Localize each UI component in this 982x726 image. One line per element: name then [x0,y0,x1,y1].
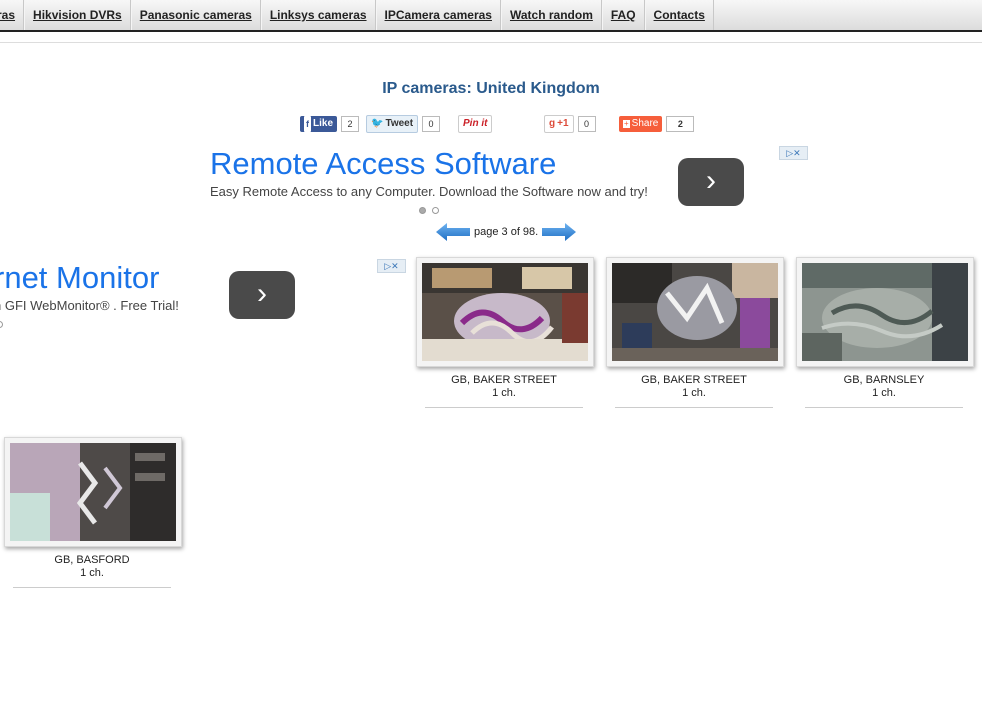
nav-item-faq[interactable]: FAQ [601,0,645,30]
camera-divider [425,407,583,408]
camera-card[interactable]: GB, BAKER STREET 1 ch. [416,257,594,408]
side-ad-title[interactable]: rnet Monitor [0,260,179,296]
tweet-label: Tweet [385,118,414,129]
ad-web-monitor[interactable]: rnet Monitor n GFI WebMonitor® . Free Tr… [0,260,179,313]
camera-channels: 1 ch. [682,387,706,399]
camera-thumbnail[interactable] [606,257,784,367]
ad-carousel-dots [419,207,439,214]
google-plus-button[interactable]: g +1 [544,115,574,133]
facebook-like-count: 2 [341,116,360,132]
camera-divider [805,407,963,408]
twitter-tweet: 🐦 Tweet 0 [366,115,441,133]
divider [0,42,982,43]
tweet-button[interactable]: 🐦 Tweet [366,115,419,133]
side-ad-carousel-dots [0,321,3,328]
camera-thumbnail[interactable] [416,257,594,367]
camera-location[interactable]: GB, BASFORD [4,554,180,567]
facebook-icon: f [304,116,311,132]
camera-image-icon [422,263,588,361]
nav-item-linksys[interactable]: Linksys cameras [260,0,376,30]
carousel-dot[interactable] [0,321,3,328]
camera-location[interactable]: GB, BARNSLEY [796,374,972,387]
camera-divider [615,407,773,408]
carousel-dot-active[interactable] [419,207,426,214]
facebook-like: f Like 2 [300,115,360,133]
camera-channels: 1 ch. [492,387,516,399]
ad-remote-access[interactable]: Remote Access Software Easy Remote Acces… [210,146,648,199]
ad-description: Easy Remote Access to any Computer. Down… [210,184,648,199]
share-count: 2 [666,116,695,132]
google-plus-icon: g [549,118,556,129]
side-ad-arrow-button[interactable]: › [229,271,295,319]
next-page-arrow-icon[interactable] [542,223,577,241]
page-title: IP cameras: United Kingdom [382,80,600,97]
pin-it-button[interactable]: Pin it [458,115,493,133]
share-widget: + Share 2 [619,115,695,133]
share-plus-icon: + [623,119,630,128]
camera-location[interactable]: GB, BAKER STREET [606,374,782,387]
nav-item-panasonic[interactable]: Panasonic cameras [130,0,261,30]
side-ad-description: n GFI WebMonitor® . Free Trial! [0,298,179,313]
camera-image-icon [10,443,176,541]
camera-image-icon [612,263,778,361]
camera-card[interactable]: GB, BASFORD 1 ch. [4,437,182,588]
facebook-like-label: Like [313,118,334,129]
nav-item-0[interactable]: ras [0,0,25,30]
camera-channels: 1 ch. [872,387,896,399]
share-button[interactable]: + Share [619,116,663,132]
camera-card[interactable]: GB, BARNSLEY 1 ch. [796,257,974,408]
nav-item-contacts[interactable]: Contacts [644,0,714,30]
tweet-count: 0 [422,116,441,132]
camera-divider [13,587,171,588]
ad-choices-icon[interactable]: ▷✕ [779,146,808,160]
side-ad-choices-icon[interactable]: ▷✕ [377,259,406,273]
pinterest-pin: Pin it [458,115,493,133]
pagination: page 3 of 98. [436,223,577,241]
nav-item-watch-random[interactable]: Watch random [500,0,602,30]
carousel-dot[interactable] [432,207,439,214]
nav-items: ras Hikvision DVRs Panasonic cameras Lin… [0,0,714,30]
page-indicator: page 3 of 98. [474,226,539,238]
camera-thumbnail[interactable] [4,437,182,547]
camera-image-icon [802,263,968,361]
prev-page-arrow-icon[interactable] [436,223,470,241]
camera-location[interactable]: GB, BAKER STREET [416,374,592,387]
google-plus-label: +1 [557,118,569,129]
camera-card[interactable]: GB, BAKER STREET 1 ch. [606,257,784,408]
nav-item-ipcamera[interactable]: IPCamera cameras [375,0,501,30]
share-label: Share [631,118,659,129]
twitter-icon: 🐦 [371,118,384,129]
camera-thumbnail[interactable] [796,257,974,367]
ad-title[interactable]: Remote Access Software [210,146,648,182]
google-plus: g +1 0 [544,115,596,133]
facebook-like-button[interactable]: f Like [300,116,338,132]
pin-it-label: Pin it [463,118,488,129]
camera-channels: 1 ch. [80,567,104,579]
nav-item-hikvision[interactable]: Hikvision DVRs [24,0,131,30]
google-plus-count: 0 [577,116,596,132]
ad-arrow-button[interactable]: › [678,158,744,206]
top-nav: ras Hikvision DVRs Panasonic cameras Lin… [0,0,982,32]
